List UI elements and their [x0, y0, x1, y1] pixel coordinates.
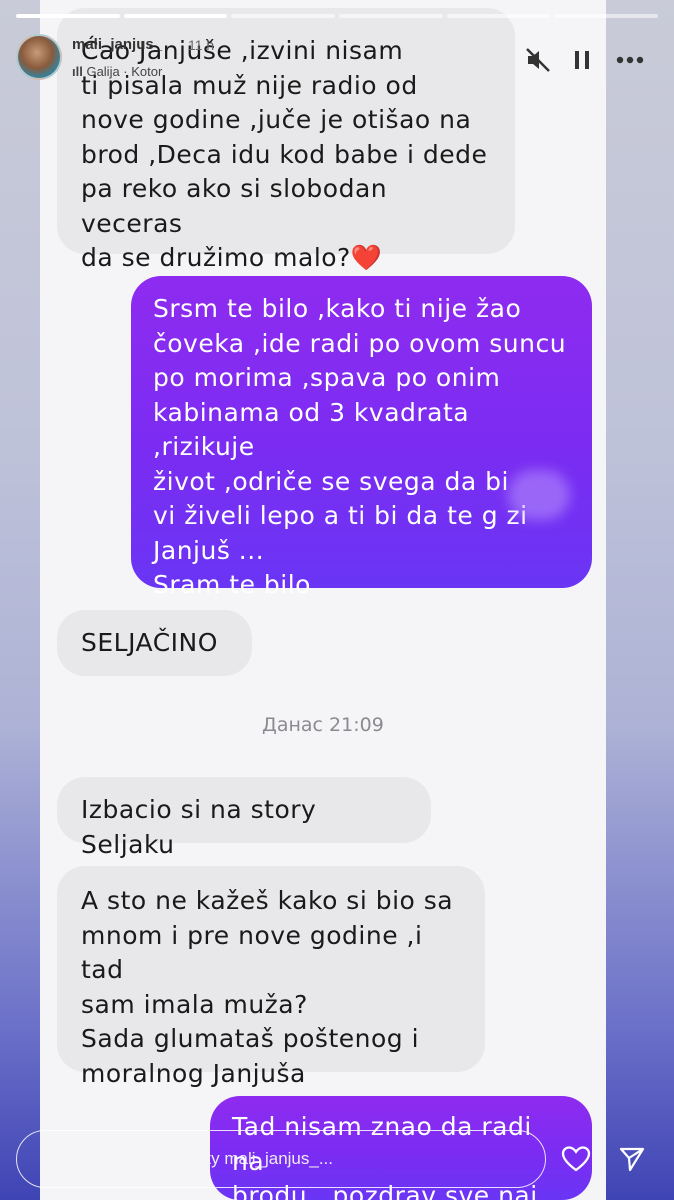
heart-icon: [561, 1146, 591, 1172]
speaker-muted-icon: [526, 48, 550, 72]
progress-segment: [123, 14, 228, 18]
send-icon: [619, 1147, 645, 1172]
progress-segment: [446, 14, 551, 18]
pause-icon: [575, 51, 589, 69]
more-dots-icon: [616, 56, 644, 64]
progress-segment: [554, 14, 659, 18]
music-bars-icon: ıll: [72, 64, 87, 79]
share-button[interactable]: [616, 1143, 648, 1175]
timestamp: Данас 21:09: [262, 714, 384, 736]
story-time: 11 h: [188, 37, 215, 53]
story-location[interactable]: ıll Galija · Kotor: [72, 64, 162, 79]
pause-button[interactable]: [566, 44, 598, 76]
outgoing-message-1: Srsm te bilo ,kako ti nije žao čoveka ,i…: [131, 276, 592, 599]
avatar[interactable]: [16, 34, 62, 80]
story-progress: [16, 14, 659, 18]
reply-placeholder: Одговорите кориснику mali_janjus_...: [43, 1149, 334, 1168]
censor-blur: [508, 470, 570, 520]
incoming-message-2: SELJAČINO: [57, 610, 252, 676]
mute-button[interactable]: [522, 44, 554, 76]
like-button[interactable]: [560, 1143, 592, 1175]
dm-screenshot: Ćao Janjuše ,izvini nisam ti pisala muž …: [40, 0, 606, 1200]
story-username[interactable]: mali_janjus_: [72, 36, 162, 53]
progress-segment: [231, 14, 336, 18]
location-label: Galija · Kotor: [86, 64, 163, 79]
incoming-message-3: Izbacio si na story Seljaku: [57, 777, 431, 859]
progress-segment: [16, 14, 120, 18]
more-options-button[interactable]: [614, 44, 646, 76]
progress-segment: [339, 14, 443, 18]
incoming-message-4: A sto ne kažeš kako si bio sa mnom i pre…: [57, 866, 485, 1088]
reply-input[interactable]: Одговорите кориснику mali_janjus_...: [16, 1130, 546, 1188]
